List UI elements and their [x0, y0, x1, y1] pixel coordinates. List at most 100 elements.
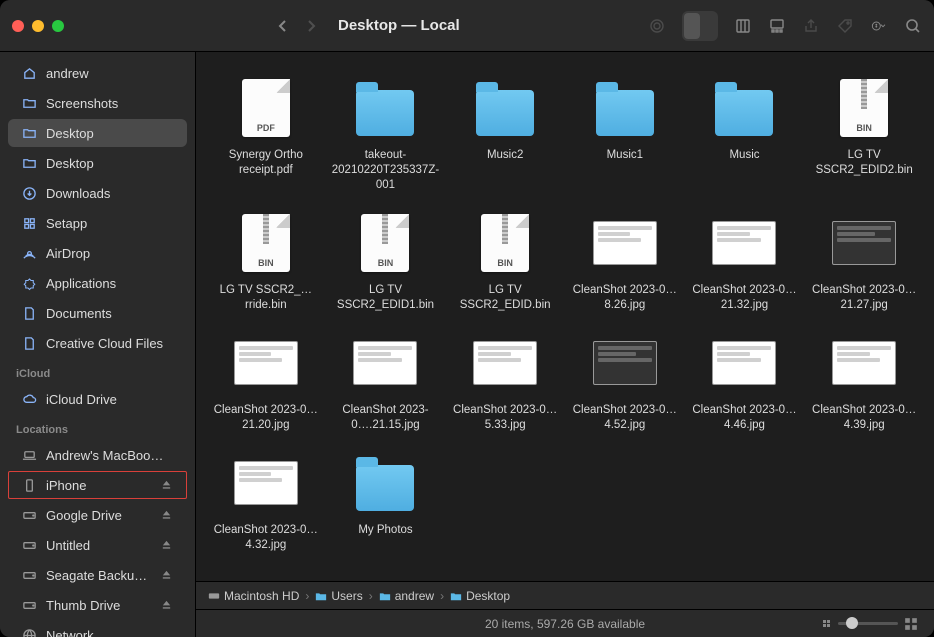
- file-label: Synergy Ortho receipt.pdf: [211, 148, 321, 178]
- screenshot-icon: [234, 331, 298, 395]
- zoom-control[interactable]: [822, 617, 918, 631]
- file-item[interactable]: CleanShot 2023-0…5.33.jpg: [445, 327, 565, 437]
- search-button[interactable]: [904, 17, 922, 35]
- sidebar-item-downloads[interactable]: Downloads: [8, 179, 187, 207]
- path-bar: Macintosh HD›Users›andrew›Desktop: [196, 581, 934, 609]
- fullscreen-button[interactable]: [52, 20, 64, 32]
- file-item[interactable]: CleanShot 2023-0…4.46.jpg: [685, 327, 805, 437]
- share-button[interactable]: [802, 17, 820, 35]
- sidebar-item-seagate-backu-[interactable]: Seagate Backu…: [8, 561, 187, 589]
- file-label: CleanShot 2023-0…4.39.jpg: [809, 403, 919, 433]
- file-label: Music: [729, 148, 759, 163]
- file-item[interactable]: CleanShot 2023-0…4.39.jpg: [804, 327, 924, 437]
- action-menu-button[interactable]: [870, 17, 888, 35]
- file-item[interactable]: CleanShot 2023-0…21.27.jpg: [804, 207, 924, 317]
- file-item[interactable]: BINLG TV SSCR2_EDID.bin: [445, 207, 565, 317]
- sidebar-item-label: Creative Cloud Files: [46, 336, 175, 351]
- nav-controls: [274, 17, 320, 35]
- file-item[interactable]: CleanShot 2023-0…4.52.jpg: [565, 327, 685, 437]
- sidebar-item-google-drive[interactable]: Google Drive: [8, 501, 187, 529]
- sidebar-item-andrew-s-macboo-[interactable]: Andrew's MacBoo…: [8, 441, 187, 469]
- screenshot-icon: [593, 211, 657, 275]
- path-crumb[interactable]: Desktop: [450, 589, 510, 603]
- file-item[interactable]: CleanShot 2023-0…21.32.jpg: [685, 207, 805, 317]
- minimize-button[interactable]: [32, 20, 44, 32]
- eject-icon[interactable]: [161, 598, 175, 613]
- sidebar-item-network[interactable]: Network: [8, 621, 187, 637]
- window-title: Desktop — Local: [338, 17, 460, 34]
- file-item[interactable]: BINLG TV SSCR2_EDID1.bin: [326, 207, 446, 317]
- eject-icon[interactable]: [161, 538, 175, 553]
- airplay-icon[interactable]: [648, 17, 666, 35]
- sidebar-item-label: Setapp: [46, 216, 175, 231]
- sidebar-item-creative-cloud-files[interactable]: Creative Cloud Files: [8, 329, 187, 357]
- download-icon: [20, 184, 38, 202]
- screenshot-dark-icon: [593, 331, 657, 395]
- sidebar-item-thumb-drive[interactable]: Thumb Drive: [8, 591, 187, 619]
- file-label: Music2: [487, 148, 523, 163]
- file-item[interactable]: CleanShot 2023-0…21.20.jpg: [206, 327, 326, 437]
- sidebar-item-desktop[interactable]: Desktop: [8, 149, 187, 177]
- column-view-button[interactable]: [734, 17, 752, 35]
- path-crumb[interactable]: Macintosh HD: [208, 589, 299, 603]
- back-button[interactable]: [274, 17, 292, 35]
- file-item[interactable]: Music1: [565, 72, 685, 197]
- sidebar-item-label: Untitled: [46, 538, 153, 553]
- file-grid[interactable]: PDFSynergy Ortho receipt.pdftakeout-2021…: [196, 52, 934, 581]
- sidebar-item-untitled[interactable]: Untitled: [8, 531, 187, 559]
- file-item[interactable]: CleanShot 2023-0…4.32.jpg: [206, 447, 326, 557]
- sidebar-item-icloud-drive[interactable]: iCloud Drive: [8, 385, 187, 413]
- sidebar-item-andrew[interactable]: andrew: [8, 59, 187, 87]
- sidebar-item-label: Documents: [46, 306, 175, 321]
- finder-window: Desktop — Local FavoritesandrewScreensho…: [0, 0, 934, 637]
- file-label: CleanShot 2023-0…21.32.jpg: [689, 283, 799, 313]
- path-crumb[interactable]: Users: [315, 589, 362, 603]
- file-item[interactable]: CleanShot 2023-0….21.15.jpg: [326, 327, 446, 437]
- file-label: CleanShot 2023-0…4.52.jpg: [570, 403, 680, 433]
- icon-view-button[interactable]: [684, 13, 700, 39]
- file-item[interactable]: My Photos: [326, 447, 446, 557]
- file-item[interactable]: BINLG TV SSCR2_…rride.bin: [206, 207, 326, 317]
- gallery-view-button[interactable]: [768, 17, 786, 35]
- apps-icon: [20, 274, 38, 292]
- screenshot-icon: [473, 331, 537, 395]
- eject-icon[interactable]: [161, 478, 175, 493]
- file-label: CleanShot 2023-0…21.20.jpg: [211, 403, 321, 433]
- file-label: My Photos: [358, 523, 412, 538]
- file-label: takeout-20210220T235337Z-001: [330, 148, 440, 193]
- sidebar-item-iphone[interactable]: iPhone: [8, 471, 187, 499]
- sidebar[interactable]: FavoritesandrewScreenshotsDesktopDesktop…: [0, 52, 196, 637]
- sidebar-item-airdrop[interactable]: AirDrop: [8, 239, 187, 267]
- list-view-button[interactable]: [700, 13, 716, 39]
- zoom-slider[interactable]: [838, 622, 898, 625]
- file-item[interactable]: Music2: [445, 72, 565, 197]
- sidebar-item-label: Downloads: [46, 186, 175, 201]
- file-label: CleanShot 2023-0…5.33.jpg: [450, 403, 560, 433]
- screenshot-dark-icon: [832, 211, 896, 275]
- file-item[interactable]: CleanShot 2023-0…8.26.jpg: [565, 207, 685, 317]
- folder-icon: [712, 76, 776, 140]
- sidebar-item-desktop[interactable]: Desktop: [8, 119, 187, 147]
- disk-icon: [20, 596, 38, 614]
- tag-button[interactable]: [836, 17, 854, 35]
- folder-icon: [20, 124, 38, 142]
- folder-icon: [473, 76, 537, 140]
- file-item[interactable]: BINLG TV SSCR2_EDID2.bin: [804, 72, 924, 197]
- forward-button[interactable]: [302, 17, 320, 35]
- sidebar-item-applications[interactable]: Applications: [8, 269, 187, 297]
- file-item[interactable]: takeout-20210220T235337Z-001: [326, 72, 446, 197]
- sidebar-item-setapp[interactable]: Setapp: [8, 209, 187, 237]
- file-item[interactable]: Music: [685, 72, 805, 197]
- eject-icon[interactable]: [161, 568, 175, 583]
- path-crumb[interactable]: andrew: [379, 589, 434, 603]
- close-button[interactable]: [12, 20, 24, 32]
- screenshot-icon: [234, 451, 298, 515]
- file-item[interactable]: PDFSynergy Ortho receipt.pdf: [206, 72, 326, 197]
- eject-icon[interactable]: [161, 508, 175, 523]
- sidebar-item-documents[interactable]: Documents: [8, 299, 187, 327]
- sidebar-item-screenshots[interactable]: Screenshots: [8, 89, 187, 117]
- app-icon: [20, 214, 38, 232]
- screenshot-icon: [712, 211, 776, 275]
- sidebar-item-label: Seagate Backu…: [46, 568, 153, 583]
- sidebar-item-label: Google Drive: [46, 508, 153, 523]
